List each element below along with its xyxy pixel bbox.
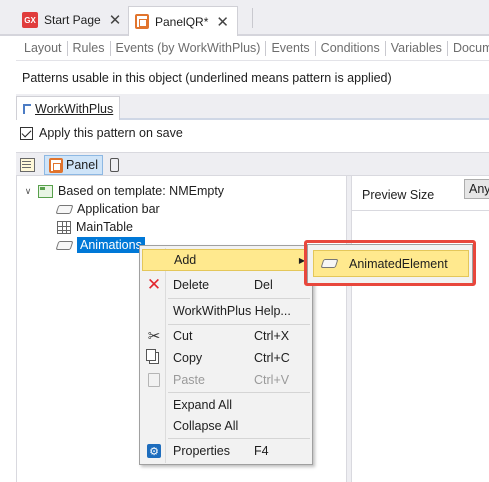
node-icon — [55, 204, 74, 214]
apply-pattern-label[interactable]: Apply this pattern on save — [39, 126, 183, 140]
properties-icon: ⚙ — [146, 443, 162, 459]
menu-item-paste[interactable]: Paste Ctrl+V — [142, 369, 310, 391]
tree-node-root[interactable]: ∨ Based on template: NMEmpty — [23, 182, 224, 200]
tab-variables[interactable]: Variables — [386, 40, 448, 56]
preview-pane: Preview Size Any — [352, 176, 489, 482]
node-icon — [55, 240, 74, 250]
mobile-icon — [109, 158, 119, 172]
document-tab-strip: GX Start Page ✕ PanelQR* ✕ — [0, 0, 489, 36]
menu-separator — [168, 298, 310, 299]
tab-layout[interactable]: Layout — [16, 40, 68, 56]
properties-icon — [20, 158, 35, 172]
tab-events-by-workwithplus[interactable]: Events (by WorkWithPlus) — [111, 40, 267, 56]
tab-documentation[interactable]: Docume — [448, 41, 489, 56]
tab-start-page[interactable]: GX Start Page ✕ — [16, 6, 128, 34]
menu-item-copy[interactable]: Copy Ctrl+C — [142, 347, 310, 369]
properties-button[interactable] — [20, 155, 40, 175]
pattern-tab-strip: WorkWithPlus — [16, 94, 489, 120]
template-icon — [38, 184, 53, 198]
tab-conditions[interactable]: Conditions — [316, 40, 386, 56]
menu-item-delete[interactable]: ✕ Delete Del — [142, 274, 310, 296]
divider — [16, 60, 489, 61]
menu-item-shortcut: Del — [254, 278, 273, 292]
menu-separator — [168, 392, 310, 393]
close-icon[interactable]: ✕ — [109, 11, 122, 29]
menu-item-shortcut: Ctrl+V — [254, 373, 290, 387]
tree-node-label: Application bar — [77, 202, 160, 216]
table-icon — [57, 220, 71, 234]
menu-item-expand-all[interactable]: Expand All — [142, 394, 310, 416]
menu-item-workwithplus-help[interactable]: WorkWithPlus Help... — [142, 300, 310, 322]
divider — [352, 210, 489, 211]
scissors-icon: ✂ — [147, 328, 161, 345]
menu-item-label: WorkWithPlus Help... — [173, 304, 291, 318]
menu-item-label: Cut — [173, 329, 193, 343]
apply-pattern-checkbox[interactable] — [20, 126, 33, 140]
tab-divider — [252, 8, 253, 28]
pattern-toolbar: Panel — [16, 152, 489, 176]
workwithplus-icon — [23, 103, 31, 114]
tree-node-label: Animations — [77, 237, 145, 253]
menu-item-shortcut: F4 — [254, 444, 269, 458]
preview-size-label: Preview Size — [362, 188, 435, 202]
preview-size-select[interactable]: Any — [464, 179, 489, 199]
paste-icon — [146, 372, 162, 388]
panel-button[interactable]: Panel — [44, 155, 103, 175]
menu-item-shortcut: Ctrl+X — [254, 329, 290, 343]
panel-button-label: Panel — [66, 158, 98, 172]
pattern-tab-label: WorkWithPlus — [35, 101, 114, 116]
menu-item-label: Properties — [173, 444, 230, 458]
tree-node-maintable[interactable]: MainTable — [57, 218, 133, 236]
highlight-frame — [304, 240, 476, 286]
copy-icon — [146, 349, 162, 366]
collapse-chevron-icon[interactable]: ∨ — [23, 186, 33, 197]
menu-item-label: Copy — [173, 351, 203, 365]
close-icon[interactable]: ✕ — [216, 13, 229, 31]
delete-x-icon: ✕ — [146, 275, 162, 294]
patterns-caption: Patterns usable in this object (underlin… — [22, 71, 392, 85]
menu-item-label: Delete — [173, 278, 210, 292]
genexus-icon: GX — [22, 12, 38, 28]
editor-tab-bar: Layout Rules Events (by WorkWithPlus) Ev… — [16, 38, 489, 58]
menu-item-collapse-all[interactable]: Collapse All — [142, 415, 310, 437]
tab-label: Start Page — [44, 13, 101, 27]
menu-item-label: Paste — [173, 373, 205, 387]
tree-node-label: MainTable — [76, 220, 133, 234]
tree-node-application-bar[interactable]: Application bar — [55, 200, 160, 218]
tab-rules[interactable]: Rules — [68, 40, 111, 56]
tree-node-animations[interactable]: Animations — [55, 236, 145, 254]
tab-label: PanelQR* — [155, 14, 209, 29]
menu-item-shortcut: Ctrl+C — [254, 351, 290, 365]
menu-separator — [168, 438, 310, 439]
apply-pattern-row: Apply this pattern on save — [20, 126, 183, 140]
menu-item-add[interactable]: Add ▶ — [142, 249, 310, 271]
menu-item-label: Expand All — [173, 398, 233, 412]
menu-item-properties[interactable]: ⚙ Properties F4 — [142, 440, 310, 462]
menu-item-label: Add — [174, 253, 197, 267]
tab-workwithplus[interactable]: WorkWithPlus — [16, 96, 121, 120]
menu-item-cut[interactable]: ✂ Cut Ctrl+X — [142, 325, 310, 347]
tab-panelqr[interactable]: PanelQR* ✕ — [128, 6, 238, 36]
menu-item-label: Collapse All — [173, 419, 239, 433]
panel-icon — [135, 14, 149, 29]
tab-events[interactable]: Events — [266, 40, 316, 56]
tree-node-label: Based on template: NMEmpty — [58, 184, 225, 198]
context-menu: Add ▶ ✕ Delete Del WorkWithPlus Help... … — [139, 245, 313, 465]
panel-icon — [49, 157, 63, 173]
mobile-preview-button[interactable] — [106, 155, 122, 175]
